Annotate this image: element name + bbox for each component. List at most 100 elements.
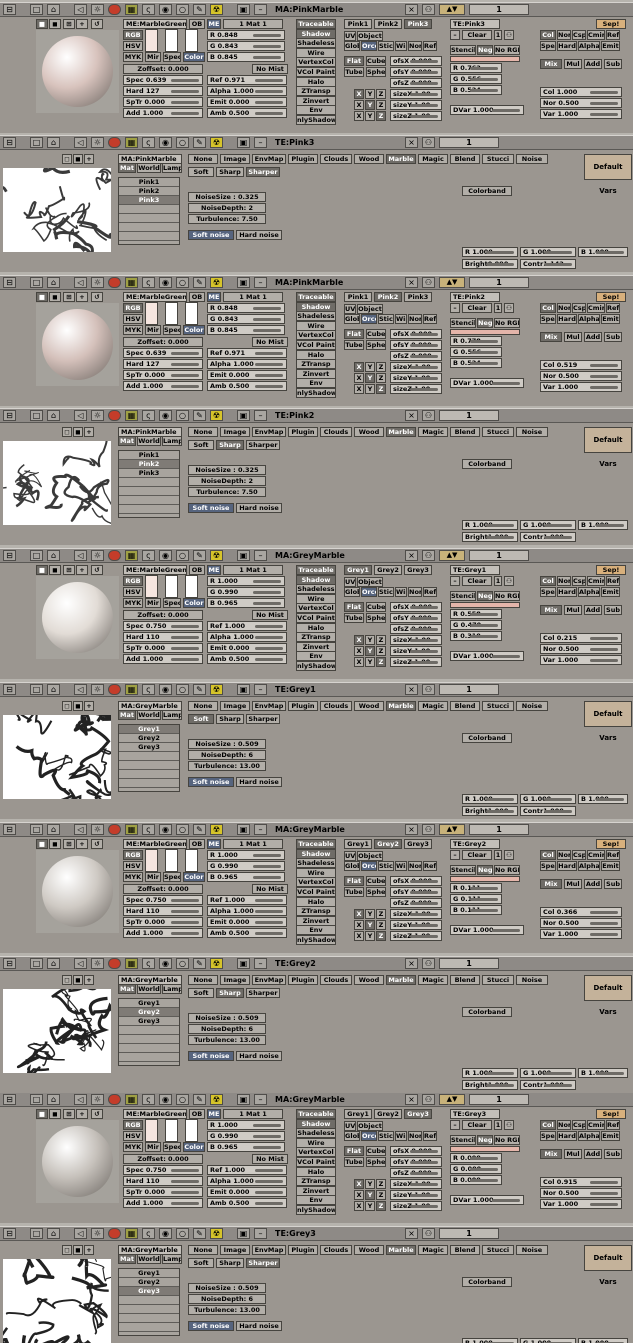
home-icon[interactable]: ⌂	[47, 824, 60, 835]
texture-icon[interactable]: ▦	[125, 684, 138, 695]
var-slider[interactable]: Var 1.000	[540, 382, 622, 392]
axis-z-button[interactable]: Z	[376, 635, 386, 645]
save-icon[interactable]: ▣	[237, 137, 250, 148]
onlyshadow-button[interactable]: nlyShadow	[296, 935, 336, 945]
zinvert-button[interactable]: Zinvert	[296, 915, 336, 926]
tab-mat[interactable]: Mat	[118, 710, 136, 720]
add-blend-button[interactable]: Add	[584, 59, 602, 69]
vertexcol-button[interactable]: VertexCol	[296, 1147, 336, 1158]
sharp-button[interactable]: Sharp	[216, 714, 244, 724]
refl-button[interactable]: Refl	[423, 861, 437, 871]
radio-icon[interactable]: ☢	[210, 277, 223, 288]
texture-list-item[interactable]: Grey3	[119, 1287, 179, 1296]
globe-icon[interactable]: ◉	[159, 824, 172, 835]
tex-g-slider[interactable]: G 0.556	[450, 74, 502, 84]
wire-icon[interactable]: ○	[176, 550, 189, 561]
map-hard-button[interactable]: Hard	[557, 861, 577, 871]
vertexcol-button[interactable]: VertexCol	[296, 603, 336, 614]
hard-noise-button[interactable]: Hard noise	[236, 1321, 282, 1331]
color-button[interactable]: Color	[183, 325, 205, 335]
axis-x-button[interactable]: X	[354, 362, 364, 372]
axis-x-button[interactable]: X	[354, 111, 364, 121]
home-icon[interactable]: ⌂	[47, 4, 60, 15]
color-swatch[interactable]	[145, 302, 158, 325]
colorband-b-slider[interactable]: B 1.000	[578, 247, 628, 257]
axis-x-button[interactable]: X	[354, 909, 364, 919]
amb-slider[interactable]: Amb 0.500	[207, 654, 287, 664]
rgb-button[interactable]: RGB	[123, 576, 143, 586]
vertexcol-button[interactable]: VertexCol	[296, 57, 336, 68]
hard-slider[interactable]: Hard 127	[123, 86, 203, 96]
env-button[interactable]: Env	[296, 1195, 336, 1206]
texture-icon[interactable]: ▦	[125, 277, 138, 288]
sub-button[interactable]: Sub	[604, 605, 622, 615]
color-button[interactable]: Color	[183, 872, 205, 882]
fake-user-icon[interactable]: ⚇	[504, 30, 514, 40]
sharper-button[interactable]: Sharper	[246, 714, 280, 724]
soft-noise-button[interactable]: Soft noise	[188, 230, 234, 240]
preview-icon-c[interactable]: +	[84, 427, 94, 437]
sphe-button[interactable]: Sphe	[366, 613, 386, 623]
texture-type-blend[interactable]: Blend	[450, 701, 480, 711]
tab-mat[interactable]: Mat	[118, 984, 136, 994]
tube-button[interactable]: Tube	[344, 1157, 364, 1167]
tab-lamp[interactable]: Lamp	[162, 710, 182, 720]
user-count-button[interactable]: 1	[494, 576, 502, 586]
axis-y-button[interactable]: Y	[365, 111, 375, 121]
env-button[interactable]: Env	[296, 925, 336, 936]
colorband-g-slider[interactable]: G 1.000	[520, 1068, 576, 1078]
mix-button[interactable]: Mix	[540, 879, 562, 889]
tex-r-slider[interactable]: R 0.558	[450, 609, 502, 619]
alpha-slider[interactable]: Alpha 1.000	[207, 1176, 287, 1186]
axis-z-button[interactable]: Z	[376, 909, 386, 919]
onlyshadow-button[interactable]: nlyShadow	[296, 115, 336, 125]
axis-y-button[interactable]: Y	[365, 909, 375, 919]
refl-button[interactable]: Refl	[423, 587, 437, 597]
mul-button[interactable]: Mul	[564, 59, 582, 69]
preview-refresh-icon[interactable]: ↺	[91, 839, 103, 849]
texture-type-plugin[interactable]: Plugin	[288, 154, 318, 164]
preview-refresh-icon[interactable]: ↺	[91, 19, 103, 29]
window-type-icon[interactable]: ⊟	[3, 958, 16, 969]
noisedepth-field[interactable]: NoiseDepth: 6	[188, 1024, 266, 1034]
neg-button[interactable]: Neg	[477, 865, 493, 875]
colorband-button[interactable]: Colorband	[462, 733, 512, 743]
nor-button[interactable]: Nor	[408, 861, 422, 871]
minus-icon[interactable]: –	[254, 410, 267, 421]
axis-y-button[interactable]: Y	[365, 635, 375, 645]
contr-slider[interactable]: Contr1.000	[520, 806, 576, 816]
uv-button[interactable]: UV	[344, 1121, 356, 1131]
close-icon[interactable]: ×	[405, 410, 418, 421]
noisedepth-field[interactable]: NoiseDepth: 6	[188, 750, 266, 760]
spiral-icon[interactable]: ς	[142, 410, 155, 421]
neg-button[interactable]: Neg	[477, 318, 493, 328]
emit-slider[interactable]: Emit 0.000	[207, 1187, 287, 1197]
nor-slider[interactable]: Nor 0.500	[540, 644, 622, 654]
radio-icon[interactable]: ☢	[210, 958, 223, 969]
sizex-slider[interactable]: sizeX 1.00	[390, 635, 442, 645]
mir-color-button[interactable]: Mir	[145, 325, 161, 335]
home-icon[interactable]: ⌂	[47, 958, 60, 969]
save-icon[interactable]: ▣	[237, 4, 250, 15]
fake-user-icon[interactable]: ⚇	[504, 850, 514, 860]
sep-button[interactable]: Sep!	[596, 839, 626, 849]
sep-button[interactable]: Sep!	[596, 1109, 626, 1119]
radio-icon[interactable]: ☢	[210, 137, 223, 148]
ofsy-slider[interactable]: ofsY 0.000	[390, 340, 442, 350]
map-hard-button[interactable]: Hard	[557, 1131, 577, 1141]
axis-z-button[interactable]: Z	[376, 373, 386, 383]
refl-button[interactable]: Refl	[423, 41, 437, 51]
sharper-button[interactable]: Sharper	[246, 167, 280, 177]
screen-icon[interactable]: □	[30, 4, 43, 15]
sizey-slider[interactable]: sizeY 1.00	[390, 1190, 442, 1200]
texture-type-wood[interactable]: Wood	[354, 154, 384, 164]
mir-color-button[interactable]: Mir	[145, 872, 161, 882]
wire-icon[interactable]: ○	[176, 137, 189, 148]
tab-mat[interactable]: Mat	[118, 436, 136, 446]
emit-slider[interactable]: Emit 0.000	[207, 97, 287, 107]
cmyk-button[interactable]: MYK	[123, 1142, 143, 1152]
texture-type-stucci[interactable]: Stucci	[482, 427, 514, 437]
globe-icon[interactable]: ◉	[159, 1094, 172, 1105]
sptr-slider[interactable]: SpTr 0.000	[123, 1187, 203, 1197]
rgb-button[interactable]: RGB	[123, 850, 143, 860]
